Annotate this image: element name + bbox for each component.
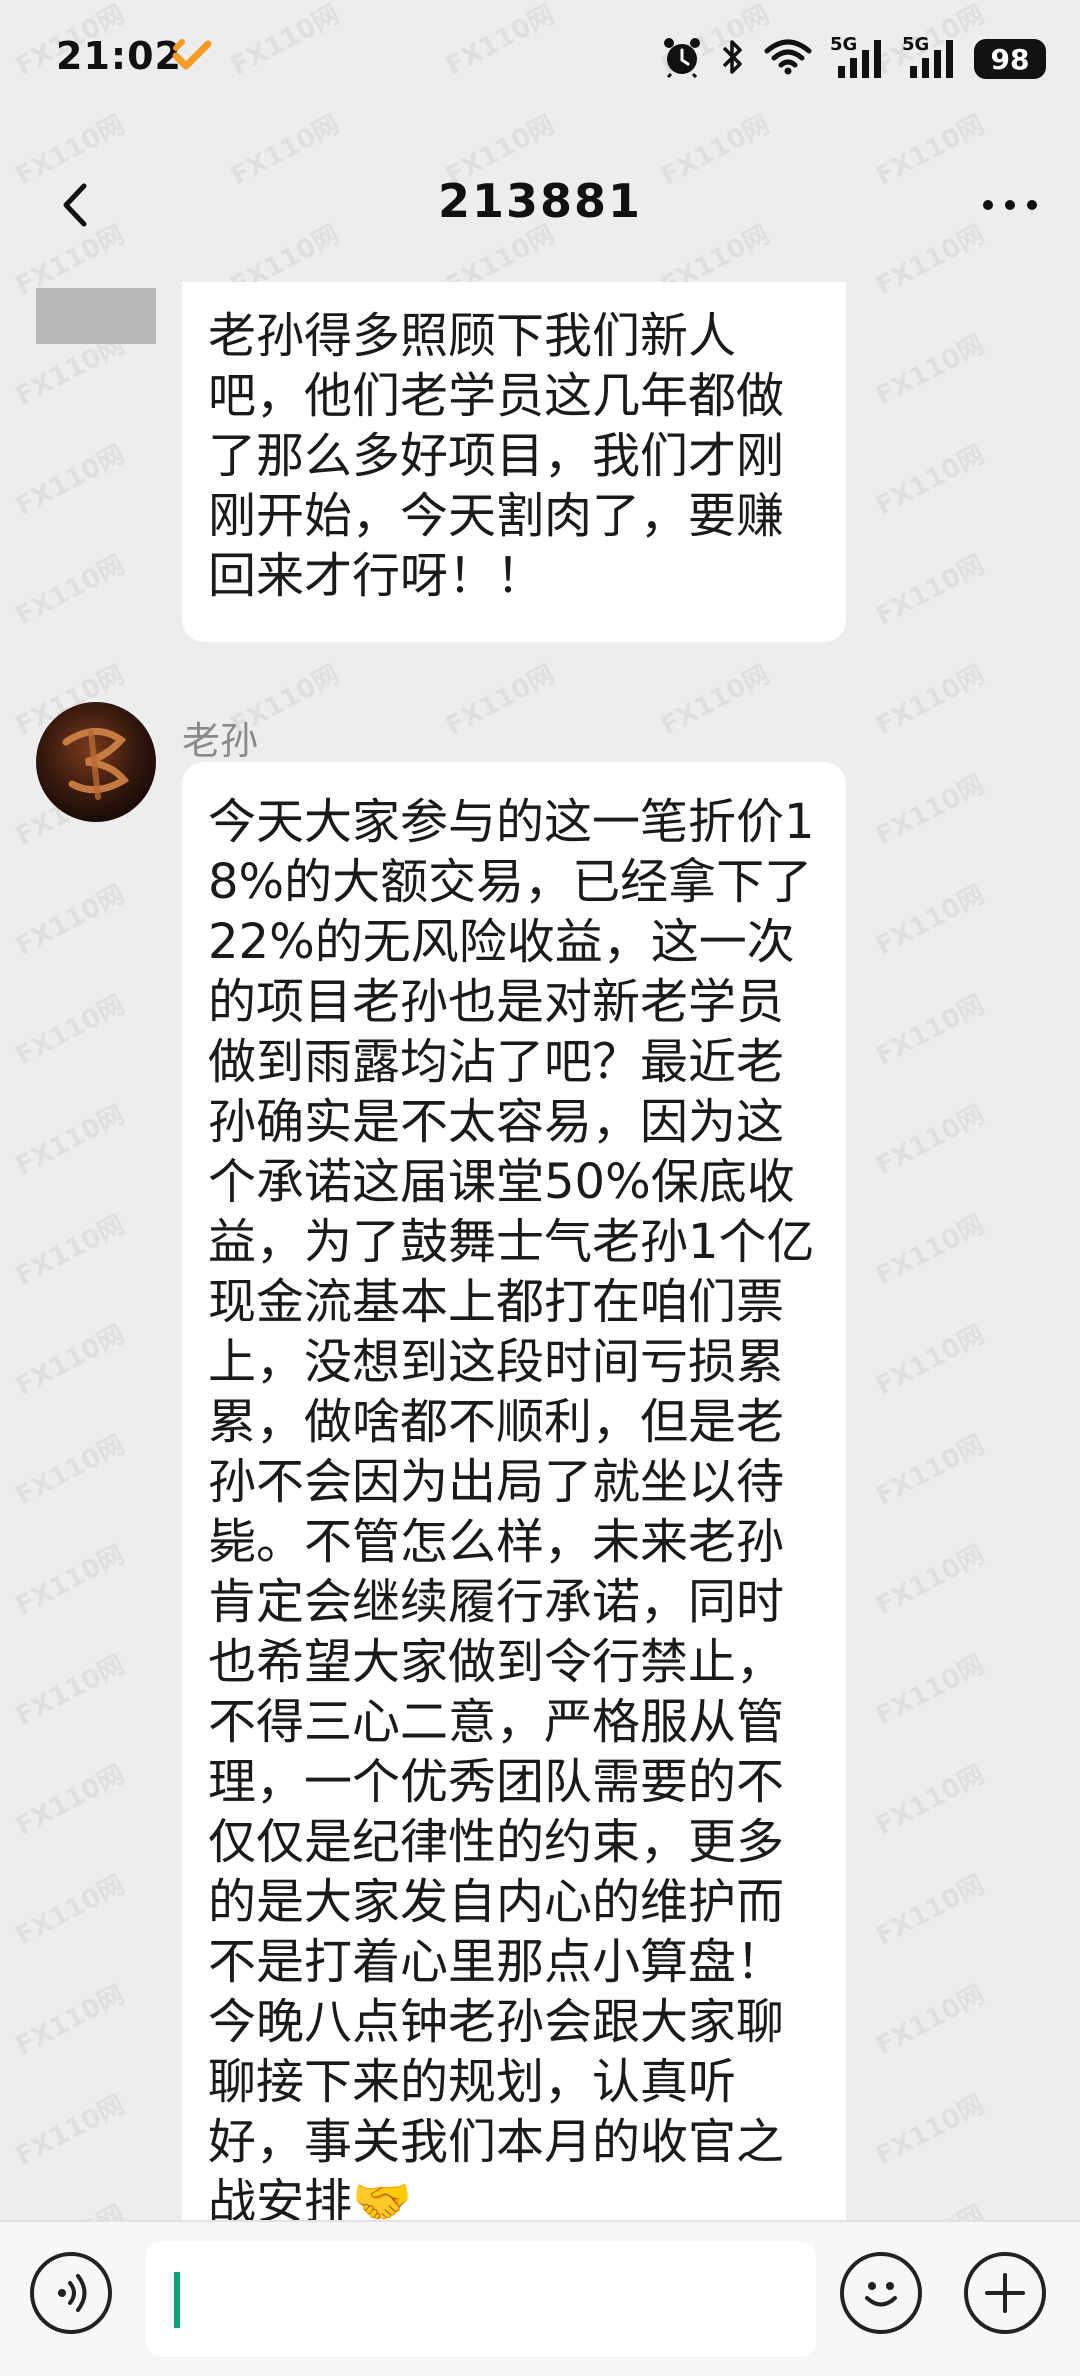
voice-input-button[interactable] xyxy=(30,2252,112,2334)
signal-5g-icon: 5G xyxy=(902,34,956,80)
status-icons: 5G 5G 98 xyxy=(662,30,1046,88)
chat-title: 213881 xyxy=(437,174,643,228)
battery-indicator: 98 xyxy=(974,39,1046,79)
title-bar: 213881 xyxy=(0,150,1080,260)
avatar[interactable] xyxy=(36,702,156,822)
voice-icon xyxy=(58,2274,87,2312)
status-time: 21:02 xyxy=(56,34,182,78)
signal-5g-icon: 5G xyxy=(830,34,884,80)
bluetooth-icon xyxy=(720,37,746,81)
emoji-button[interactable] xyxy=(840,2252,922,2334)
avatar-calligraphy-icon xyxy=(62,728,130,800)
status-bar: 21:02 5G 5G 98 xyxy=(0,0,1080,118)
message-bubble[interactable]: 今天大家参与的这一笔折价18%的大额交易，已经拿下了22%的无风险收益，这一次的… xyxy=(182,762,846,2220)
input-bar xyxy=(0,2220,1080,2376)
more-dots-icon xyxy=(983,200,1037,210)
wifi-icon xyxy=(764,39,812,79)
message-list[interactable]: 老孙得多照顾下我们新人吧，他们老学员这几年都做了那么多好项目，我们才刚刚开始，今… xyxy=(0,282,1080,2220)
sender-name: 老孙 xyxy=(182,719,259,763)
more-options-button[interactable] xyxy=(970,170,1050,240)
more-functions-button[interactable] xyxy=(964,2252,1046,2334)
emoji-icon xyxy=(865,2282,897,2307)
plus-icon xyxy=(985,2273,1025,2313)
avatar[interactable] xyxy=(36,288,156,344)
app-notification-icon xyxy=(172,38,212,72)
chat-screen: FX110网 FX110网 FX110网 FX110网 FX110网 FX110网 FX11… xyxy=(0,0,1080,2376)
message-bubble[interactable]: 老孙得多照顾下我们新人吧，他们老学员这几年都做了那么多好项目，我们才刚刚开始，今… xyxy=(182,282,846,642)
message-input[interactable] xyxy=(146,2242,816,2356)
text-caret xyxy=(174,2272,180,2328)
alarm-icon xyxy=(662,36,702,82)
